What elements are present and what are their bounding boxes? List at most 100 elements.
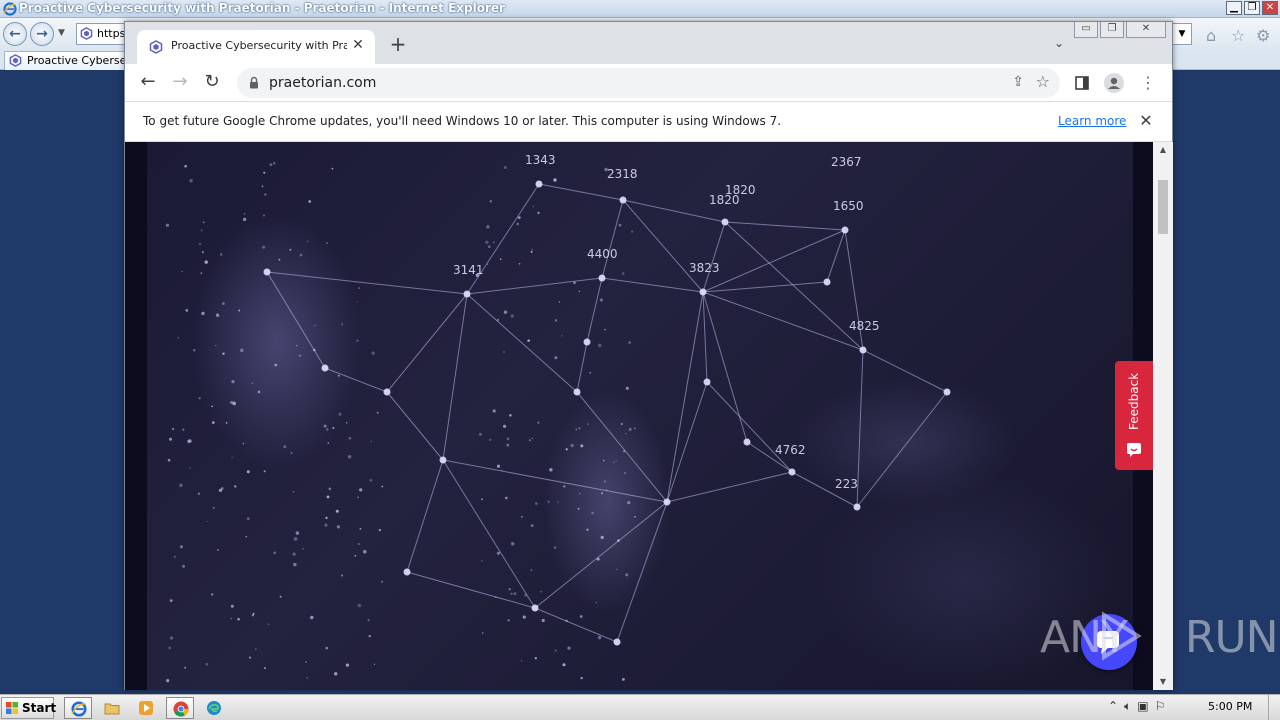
forward-arrow-icon[interactable]: → xyxy=(167,70,193,96)
ie-minimize-button[interactable]: ▁ xyxy=(1226,1,1242,15)
ie-forward-button[interactable]: → xyxy=(30,22,54,46)
particle-dot xyxy=(254,648,257,651)
taskbar-chrome-button[interactable] xyxy=(166,697,194,719)
particle-dot xyxy=(358,543,360,545)
ie-tab[interactable]: Proactive Cybersecurity with Praetorian xyxy=(4,51,128,70)
ie-restore-button[interactable]: ❐ xyxy=(1244,1,1260,15)
tray-expand-icon[interactable]: ⌃ xyxy=(1108,699,1118,714)
watermark-right-text: RUN xyxy=(1184,612,1279,663)
show-desktop-button[interactable] xyxy=(1268,695,1280,720)
profile-avatar-icon[interactable] xyxy=(1103,72,1125,94)
scroll-up-arrow-icon[interactable]: ▲ xyxy=(1153,142,1173,158)
ie-home-icon[interactable]: ⌂ xyxy=(1206,26,1216,45)
taskbar-clock[interactable]: 5:00 PM xyxy=(1208,700,1252,713)
network-node xyxy=(463,290,471,298)
particle-dot xyxy=(336,525,340,529)
ie-history-dropdown-icon[interactable]: ▼ xyxy=(58,28,65,38)
ie-tab-label: Proactive Cybersecurity with Praetorian xyxy=(27,54,127,67)
network-graphic: 134323181820 1650314144003823482547622231… xyxy=(165,153,951,683)
particle-dot xyxy=(273,551,276,555)
particle-dot xyxy=(215,313,220,317)
kebab-menu-icon[interactable]: ⋮ xyxy=(1137,72,1159,94)
particle-dot xyxy=(623,450,626,453)
taskbar-media-player-button[interactable] xyxy=(132,697,160,719)
start-button[interactable]: Start xyxy=(1,697,56,719)
volume-icon[interactable]: 🔈︎ xyxy=(1124,699,1131,714)
particle-dot xyxy=(182,564,185,568)
ie-close-button[interactable]: ✕ xyxy=(1262,1,1278,15)
network-number-label: 1343 xyxy=(525,153,556,167)
chrome-minimize-button[interactable]: ▭ xyxy=(1074,22,1098,38)
taskbar-ie-button[interactable] xyxy=(64,697,92,719)
particle-dot xyxy=(334,672,338,676)
learn-more-link[interactable]: Learn more xyxy=(1058,114,1126,128)
particle-dot xyxy=(302,547,305,550)
particle-dot xyxy=(598,343,602,348)
network-node xyxy=(663,498,671,506)
page-viewport: 1343 2318 1820 1650 3141 4400 3823 4825 4762 223 1… xyxy=(125,142,1153,690)
system-tray: ⌃ 🔈︎ ▣ ⚐ xyxy=(1108,699,1165,714)
bookmark-star-icon[interactable]: ☆ xyxy=(1036,72,1050,91)
particle-dot xyxy=(251,614,255,617)
particle-dot xyxy=(219,253,223,256)
scroll-down-arrow-icon[interactable]: ▼ xyxy=(1153,674,1173,690)
ie-back-button[interactable]: ← xyxy=(3,22,27,46)
tab-search-chevron-icon[interactable]: ⌄ xyxy=(1054,36,1064,50)
ie-gear-icon[interactable]: ⚙ xyxy=(1256,26,1270,45)
action-center-flag-icon[interactable]: ⚐ xyxy=(1155,699,1166,714)
tab-close-icon[interactable]: ✕ xyxy=(349,36,367,54)
particle-dot xyxy=(237,617,240,621)
chrome-tab-active[interactable]: Proactive Cybersecurity with Praetorian … xyxy=(137,30,375,64)
praetorian-favicon-icon xyxy=(80,27,93,40)
chrome-restore-button[interactable]: ❐ xyxy=(1100,22,1124,38)
particle-dot xyxy=(623,471,626,475)
particle-dot xyxy=(532,205,534,208)
network-node xyxy=(583,338,591,346)
network-link xyxy=(666,471,793,503)
infobar-close-icon[interactable]: ✕ xyxy=(1136,111,1156,131)
particle-dot xyxy=(378,528,381,532)
network-icon[interactable]: ▣ xyxy=(1137,699,1148,714)
particle-dot xyxy=(554,356,558,360)
taskbar-explorer-button[interactable] xyxy=(98,697,126,719)
particle-dot xyxy=(290,452,293,454)
particle-dot xyxy=(503,310,508,314)
scroll-thumb[interactable] xyxy=(1158,180,1168,234)
side-panel-icon[interactable] xyxy=(1071,72,1093,94)
new-tab-button[interactable]: + xyxy=(387,34,409,56)
particle-dot xyxy=(242,217,247,222)
network-number-label: 3823 xyxy=(689,261,720,275)
particle-dot xyxy=(298,354,302,357)
particle-dot xyxy=(528,439,531,442)
particle-dot xyxy=(628,341,631,344)
url-text[interactable]: praetorian.com xyxy=(269,75,376,91)
network-link xyxy=(702,291,748,443)
network-link xyxy=(826,229,846,283)
lock-icon[interactable] xyxy=(249,76,259,89)
particle-dot xyxy=(348,437,352,440)
particle-dot xyxy=(373,663,376,665)
share-icon[interactable]: ⇪ xyxy=(1012,74,1024,90)
particle-dot xyxy=(589,371,591,374)
page-scrollbar[interactable]: ▲ ▼ xyxy=(1153,142,1173,690)
particle-dot xyxy=(486,225,490,229)
back-arrow-icon[interactable]: ← xyxy=(135,70,161,96)
particle-dot xyxy=(199,243,201,245)
ie-address-text: https xyxy=(97,27,126,40)
network-number-label: 1650 xyxy=(833,199,864,213)
particle-dot xyxy=(516,222,519,226)
reload-icon[interactable]: ↻ xyxy=(199,70,225,96)
chrome-close-button[interactable]: ✕ xyxy=(1126,22,1166,38)
particle-dot xyxy=(621,272,625,275)
omnibox[interactable]: praetorian.com ⇪ ☆ xyxy=(237,68,1060,98)
network-node xyxy=(383,388,391,396)
network-node xyxy=(699,288,707,296)
particle-dot xyxy=(166,679,170,683)
feedback-tab[interactable]: Feedback xyxy=(1115,361,1153,470)
ie-favorites-icon[interactable]: ☆ xyxy=(1231,26,1245,45)
particle-dot xyxy=(345,422,348,424)
particle-dot xyxy=(578,290,580,293)
ie-address-dropdown-icon[interactable]: ▼ xyxy=(1172,23,1192,45)
particle-dot xyxy=(625,573,629,577)
taskbar-edge-button[interactable] xyxy=(200,697,228,719)
